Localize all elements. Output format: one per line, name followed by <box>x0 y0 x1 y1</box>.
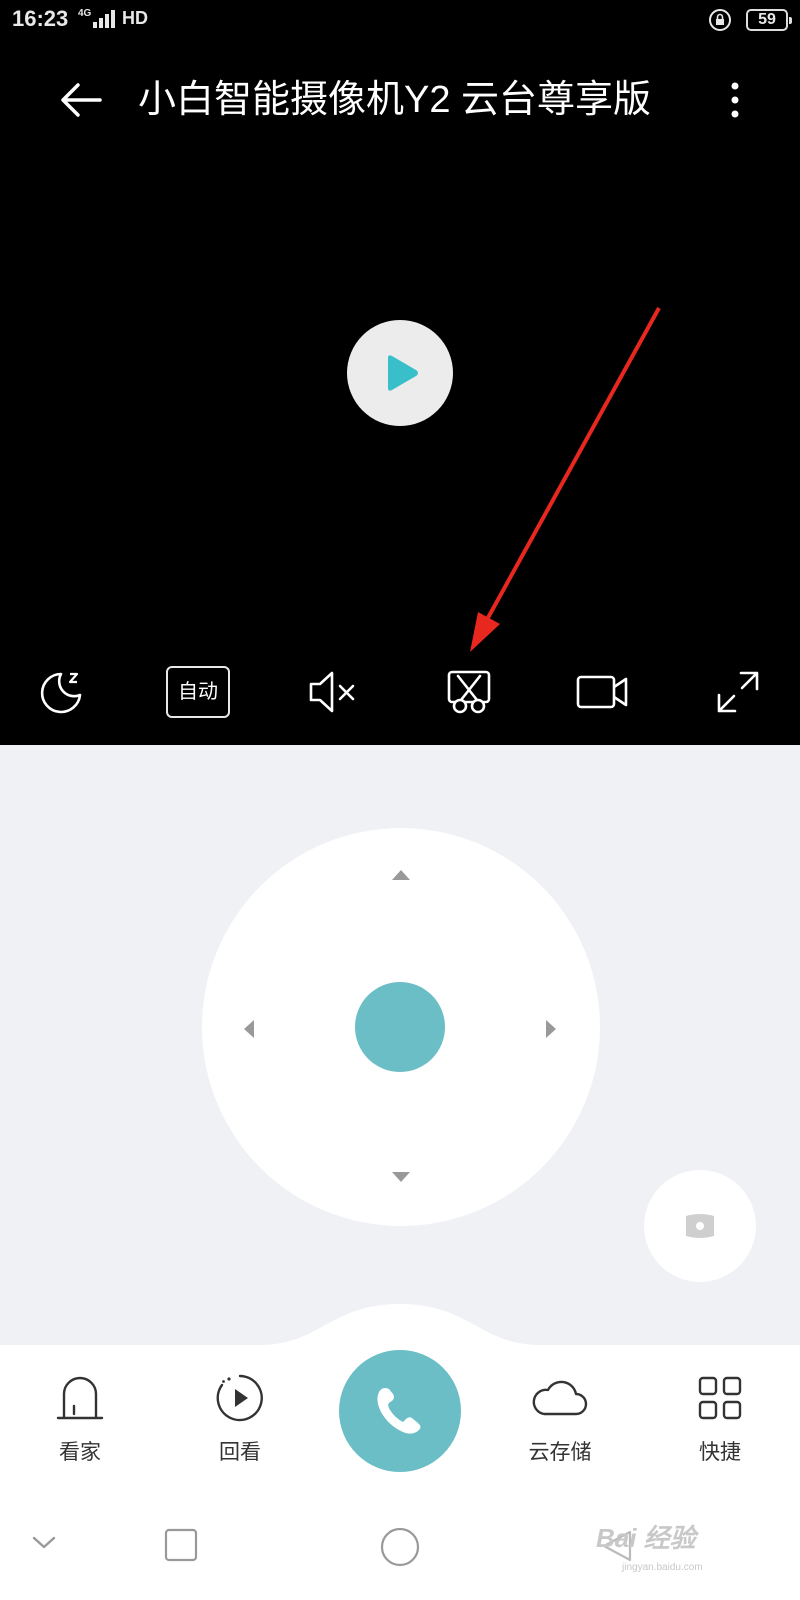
expand-icon <box>717 671 759 713</box>
record-button[interactable] <box>567 662 637 722</box>
hd-badge: HD <box>122 8 148 28</box>
cloud-icon <box>532 1380 588 1416</box>
circle-icon <box>380 1527 420 1567</box>
auto-resolution-button[interactable]: 自动 <box>166 666 230 718</box>
nav-label-playback: 回看 <box>219 1441 261 1464</box>
page-title: 小白智能摄像机Y2 云台尊享版 <box>138 79 652 121</box>
night-mode-button[interactable] <box>27 662 97 722</box>
pan-up-button[interactable] <box>390 864 412 886</box>
pan-down-button[interactable] <box>390 1166 412 1188</box>
back-button[interactable] <box>56 74 108 126</box>
square-icon <box>164 1528 198 1562</box>
nav-item-home-watch[interactable]: 看家 <box>20 1370 140 1466</box>
nav-item-playback[interactable]: 回看 <box>180 1370 300 1466</box>
mute-button[interactable] <box>298 662 368 722</box>
watermark-url: jingyan.baidu.com <box>622 1562 703 1573</box>
more-vertical-icon <box>731 82 739 118</box>
call-button[interactable] <box>339 1350 461 1472</box>
nav-label-home-watch: 看家 <box>59 1441 101 1464</box>
chevron-down-icon <box>32 1536 56 1549</box>
network-type: 4G <box>78 8 92 19</box>
nav-label-shortcuts: 快捷 <box>699 1441 741 1464</box>
pan-right-button[interactable] <box>540 1018 562 1040</box>
rotation-lock-icon <box>708 8 732 37</box>
playback-icon <box>216 1374 263 1422</box>
grid-icon <box>698 1376 742 1420</box>
video-camera-icon <box>576 675 628 709</box>
speaker-muted-icon <box>309 671 355 713</box>
nav-item-shortcuts[interactable]: 快捷 <box>660 1370 780 1466</box>
play-icon <box>388 355 418 391</box>
arrow-left-icon <box>244 1020 254 1038</box>
signal-icon <box>92 8 118 33</box>
hide-nav-button[interactable] <box>30 1532 58 1557</box>
nav-label-cloud-storage: 云存储 <box>528 1441 592 1464</box>
status-bar: 16:23 4G HD 59 <box>0 0 800 44</box>
arrow-down-icon <box>392 1172 410 1182</box>
home-button[interactable] <box>379 1526 421 1573</box>
scissors-screenshot-icon <box>447 670 491 714</box>
battery-indicator: 59 <box>746 9 792 31</box>
watermark-logo: Bai 经验 <box>596 1523 696 1553</box>
joystick-knob[interactable] <box>355 982 445 1072</box>
arrow-right-icon <box>546 1020 556 1038</box>
moon-sleep-icon <box>40 672 82 714</box>
arrow-up-icon <box>392 870 410 880</box>
bottom-bar-curve <box>0 1304 800 1350</box>
fullscreen-button[interactable] <box>703 662 773 722</box>
more-menu-button[interactable] <box>720 76 750 126</box>
play-button[interactable] <box>347 320 453 426</box>
photo-icon <box>686 1214 714 1238</box>
screenshot-button[interactable] <box>434 662 504 722</box>
quick-snapshot-button[interactable] <box>644 1170 756 1282</box>
recent-apps-button[interactable] <box>164 1528 198 1567</box>
back-arrow-icon <box>61 83 102 117</box>
nav-item-cloud-storage[interactable]: 云存储 <box>500 1370 620 1466</box>
phone-icon <box>377 1388 421 1434</box>
pan-left-button[interactable] <box>238 1018 260 1040</box>
status-time: 16:23 <box>12 6 69 31</box>
home-watch-icon <box>56 1376 104 1420</box>
